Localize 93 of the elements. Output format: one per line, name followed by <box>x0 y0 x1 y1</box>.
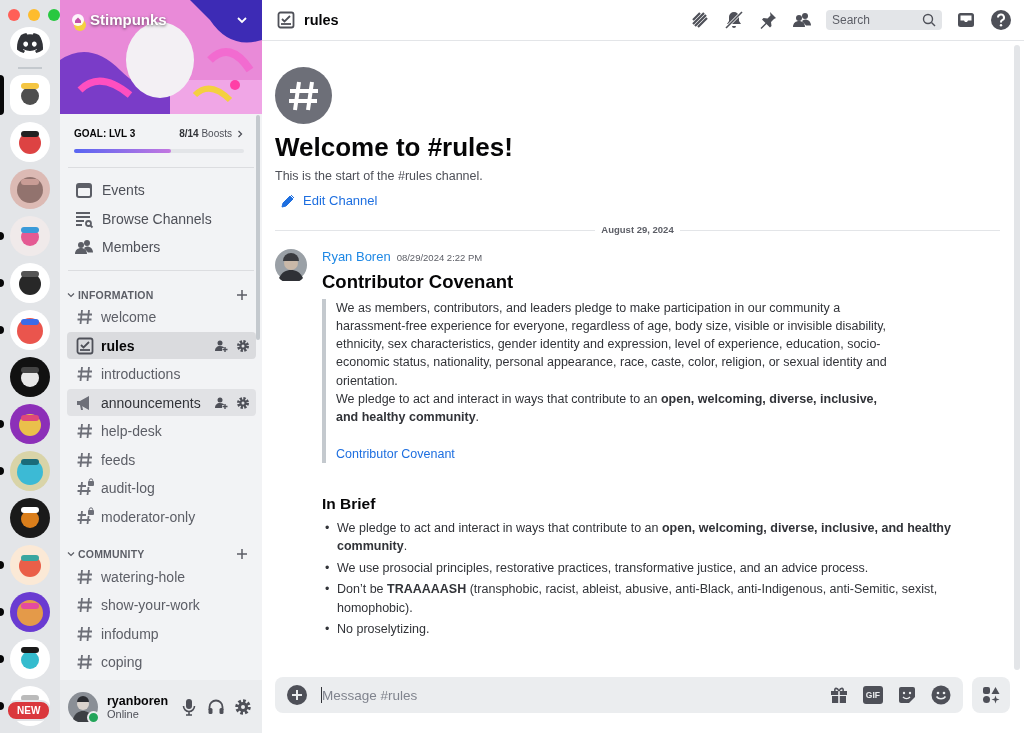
bullet-marker: • <box>325 519 331 537</box>
add-member-icon[interactable] <box>214 395 228 410</box>
channel-avatar <box>275 67 332 124</box>
search-icon <box>922 13 936 27</box>
server-icon[interactable] <box>10 639 50 679</box>
microphone-icon[interactable] <box>180 697 198 716</box>
author-name[interactable]: Ryan Boren <box>322 248 391 264</box>
hashtag-icon <box>75 652 95 672</box>
hashtag-icon <box>75 595 95 615</box>
threads-icon[interactable] <box>690 10 710 30</box>
covenant-link[interactable]: Contributor Covenant <box>336 444 455 463</box>
boost-count[interactable]: 8/14 Boosts <box>179 128 232 139</box>
add-icon[interactable] <box>287 685 307 705</box>
user-avatar[interactable] <box>275 248 307 281</box>
add-channel-icon[interactable] <box>236 548 248 560</box>
shapes-icon <box>981 685 1001 705</box>
channel-item[interactable]: introductions <box>67 360 256 388</box>
message-input[interactable]: Message #rules GIF <box>275 677 963 713</box>
add-member-icon[interactable] <box>214 338 228 353</box>
nav-item[interactable]: Members <box>68 233 254 262</box>
checklist-icon <box>276 10 296 30</box>
channel-item[interactable]: announcements <box>67 389 256 416</box>
hashtag-icon <box>75 307 95 327</box>
user-avatar[interactable] <box>68 691 98 722</box>
category-header[interactable]: COMMUNITY <box>78 548 145 560</box>
nav-item[interactable]: Browse Channels <box>68 204 254 233</box>
timestamp: 08/29/2024 2:22 PM <box>396 251 483 263</box>
channel-item[interactable]: show-your-work <box>67 591 256 619</box>
sticker-icon[interactable] <box>897 685 917 705</box>
chevron-icon[interactable] <box>67 550 75 558</box>
pin-icon[interactable] <box>758 10 778 30</box>
chevron-right-icon[interactable] <box>236 129 244 138</box>
message-subheading: In Brief <box>322 494 377 513</box>
quote-paragraph: We pledge to act and interact in ways that contribute to an open, welcoming, diverse, inclusive, and healthy community. <box>336 391 878 427</box>
channel-description: This is the start of the #rules channel. <box>275 169 484 183</box>
settings-icon[interactable] <box>236 338 250 353</box>
channel-item[interactable]: welcome <box>67 303 256 331</box>
server-icon[interactable] <box>10 122 50 162</box>
bullet-item: We pledge to act and interact in ways that contribute to an open, welcoming, diverse, inclusive, and healthy community. <box>337 519 952 556</box>
server-icon[interactable] <box>10 498 50 538</box>
server-icon[interactable] <box>10 357 50 397</box>
apps-button[interactable] <box>972 677 1010 713</box>
headphones-icon[interactable] <box>207 697 225 716</box>
bullet-marker: • <box>325 559 331 577</box>
gif-button[interactable]: GIF <box>862 686 883 704</box>
pencil-icon <box>281 193 295 208</box>
search-field[interactable]: Search <box>826 10 942 30</box>
inbox-icon[interactable] <box>956 10 976 30</box>
discord-home-button[interactable] <box>10 26 50 60</box>
scrollbar[interactable] <box>1014 45 1020 670</box>
checklist-icon <box>75 335 95 356</box>
scrollbar[interactable] <box>256 115 260 340</box>
locked-hashtag-icon <box>75 478 95 498</box>
bullet-item: No proselytizing. <box>337 621 431 639</box>
welcome-heading: Welcome to #rules! <box>275 132 514 163</box>
gift-icon[interactable] <box>828 685 849 705</box>
calendar-icon <box>74 180 94 201</box>
channel-item[interactable]: feeds <box>67 446 256 473</box>
hashtag-icon <box>75 421 95 441</box>
chevron-icon[interactable] <box>67 290 75 299</box>
game-controller-icon <box>17 33 43 54</box>
server-icon[interactable] <box>10 263 50 303</box>
muted-bell-icon[interactable] <box>724 10 744 30</box>
edit-channel-link[interactable]: Edit Channel <box>275 193 378 208</box>
message-heading: Contributor Covenant <box>322 270 515 293</box>
channel-item[interactable]: infodump <box>67 620 256 647</box>
channel-title: rules <box>304 12 339 28</box>
boost-goal: GOAL: LVL 3 <box>74 128 136 139</box>
hashtag-icon <box>75 364 95 384</box>
bullet-item: Don’t be TRAAAAASH (transphobic, racist, ableist, abusive, anti-Black, anti-Indigenous, anti-Semitic, sexist, homophobic). <box>337 581 939 617</box>
channel-item[interactable]: watering-hole <box>67 563 256 590</box>
user-status: Online <box>107 707 139 720</box>
channel-item[interactable]: coping <box>67 648 256 676</box>
members-icon[interactable] <box>792 10 812 30</box>
nav-item[interactable]: Events <box>68 176 254 205</box>
home-icon <box>72 13 84 26</box>
emoji-icon[interactable] <box>931 685 951 705</box>
category-header[interactable]: INFORMATION <box>78 288 154 301</box>
channel-item[interactable]: audit-log <box>67 474 256 502</box>
settings-icon[interactable] <box>236 395 250 410</box>
server-icon[interactable] <box>10 75 50 115</box>
channel-item[interactable]: rules <box>67 332 256 359</box>
help-icon[interactable] <box>990 9 1012 31</box>
add-channel-icon[interactable] <box>236 288 248 301</box>
locked-hashtag-icon <box>75 506 95 527</box>
bullet-marker: • <box>325 581 331 599</box>
channel-item[interactable]: help-desk <box>67 417 256 445</box>
username: ryanboren <box>107 693 170 708</box>
bullet-marker: • <box>325 621 331 639</box>
channel-item[interactable]: moderator-only <box>67 503 256 530</box>
quote-paragraph: We as members, contributors, and leaders pledge to make participation in our community a harassment-free experience for everyone, regardless of age, body size, visible or invisible disability, ethnicity, sex characteristics, gender identity and expression, level of experience, education, socio-economic status, nationality, personal appearance, race, caste, color, religion, or sexual identity and orientation. <box>336 299 888 390</box>
settings-icon[interactable] <box>234 697 252 716</box>
bullet-item: We use prosocial principles, restorative practices, transformative justice, and an advice process. <box>337 559 870 577</box>
